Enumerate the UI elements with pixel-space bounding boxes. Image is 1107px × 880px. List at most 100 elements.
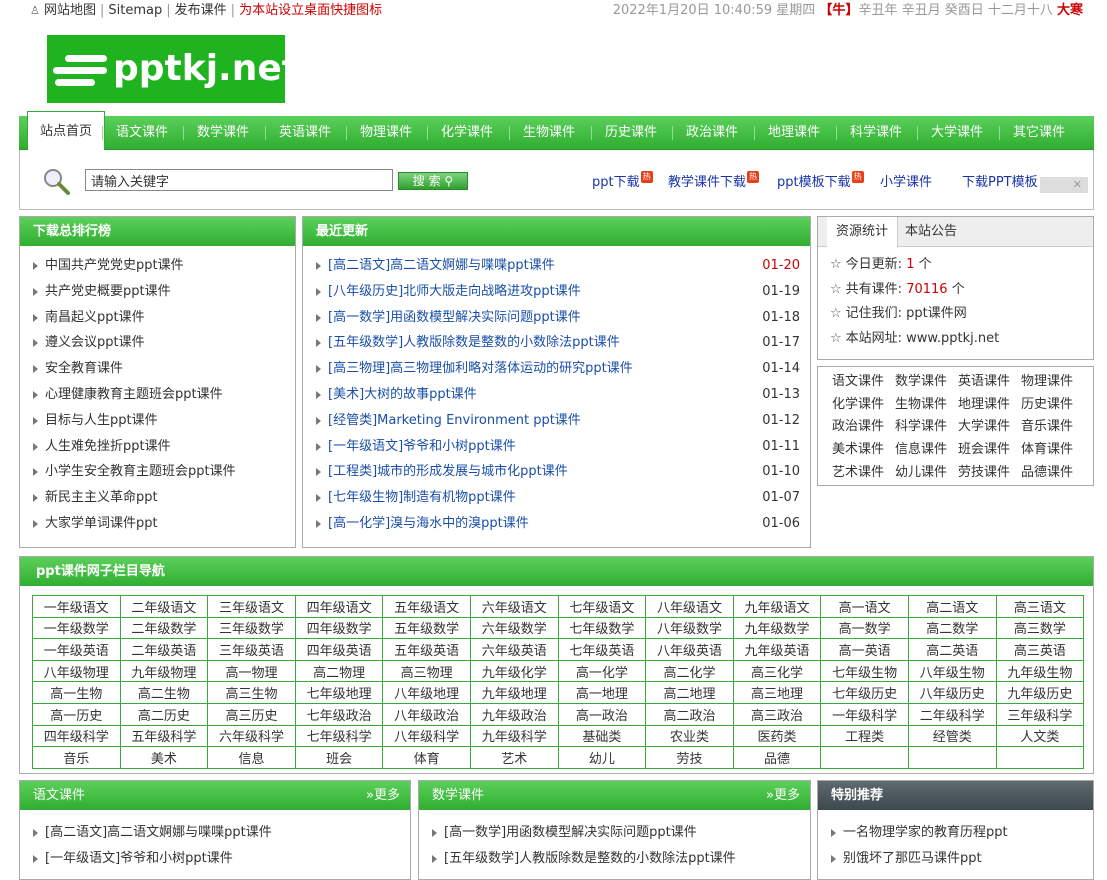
chinese-more-link[interactable]: »更多 [366,781,400,810]
nav-item-5[interactable]: 化学课件 [430,116,504,150]
subnav-cell[interactable]: 八年级数学 [645,616,734,640]
nav-item-2[interactable]: 数学课件 [186,116,260,150]
subject-link[interactable]: 班会课件 [958,439,1021,462]
subnav-cell[interactable]: 高一英语 [820,638,909,661]
subnav-cell[interactable]: 五年级科学 [119,724,209,748]
subnav-cell[interactable]: 六年级英语 [469,638,559,661]
subnav-cell[interactable]: 五年级数学 [382,616,471,640]
subnav-cell[interactable]: 七年级历史 [820,681,909,704]
subnav-cell[interactable]: 高二政治 [645,702,734,726]
subnav-cell[interactable]: 高一地理 [557,681,647,704]
subnav-cell[interactable]: 高三语文 [995,595,1085,618]
rank-item[interactable]: 新民主主义革命ppt [31,485,295,511]
subnav-cell[interactable]: 高三生物 [207,681,296,704]
subnav-cell[interactable]: 高二英语 [907,638,997,661]
recent-item[interactable]: [工程类]城市的形成发展与城市化ppt课件 01-10 [314,459,810,485]
subnav-cell[interactable]: 三年级科学 [995,702,1085,726]
subject-link[interactable]: 物理课件 [1021,371,1084,394]
subject-link[interactable]: 生物课件 [895,394,958,417]
subnav-cell[interactable]: 高二数学 [907,616,997,640]
subnav-cell[interactable]: 一年级语文 [32,595,121,618]
nav-item-1[interactable]: 语文课件 [105,116,179,150]
subnav-cell[interactable]: 六年级科学 [207,724,296,748]
subject-link[interactable]: 大学课件 [958,416,1021,439]
recent-item-title[interactable]: [高二语文]高二语文婀娜与喋喋ppt课件 [328,258,555,273]
rank-item[interactable]: 目标与人生ppt课件 [31,408,295,434]
subnav-cell[interactable]: 高二生物 [119,681,209,704]
rank-item[interactable]: 中国共产党党史ppt课件 [31,253,295,279]
subnav-cell[interactable]: 九年级生物 [995,659,1085,683]
subnav-cell[interactable]: 品德 [732,746,822,769]
recent-item-title[interactable]: [高一数学]用函数模型解决实际问题ppt课件 [328,310,581,325]
nav-item-3[interactable]: 英语课件 [268,116,342,150]
subnav-cell[interactable]: 三年级语文 [207,595,296,618]
recent-item-title[interactable]: [一年级语文]爷爷和小树ppt课件 [328,439,516,454]
subject-link[interactable]: 劳技课件 [958,462,1021,485]
search-link-4[interactable]: 下载PPT模板 [962,171,1038,190]
search-link-3[interactable]: 小学课件 [880,171,932,190]
subnav-cell[interactable]: 二年级科学 [907,702,997,726]
subnav-cell[interactable]: 一年级英语 [32,638,121,661]
subnav-cell[interactable]: 一年级科学 [820,702,909,726]
subnav-cell[interactable]: 高二地理 [645,681,734,704]
search-button[interactable]: 搜 索 ⚲ [398,172,468,190]
search-link-1[interactable]: 教学课件下载热 [668,171,760,190]
recent-item[interactable]: [经管类]Marketing Environment ppt课件 01-12 [314,408,810,434]
recent-item-title[interactable]: [八年级历史]北师大版走向战略进攻ppt课件 [328,284,581,299]
recent-item[interactable]: [五年级数学]人教版除数是整数的小数除法ppt课件 01-17 [314,330,810,356]
recent-item-title[interactable]: [经管类]Marketing Environment ppt课件 [328,413,581,428]
rank-item[interactable]: 人生难免挫折ppt课件 [31,434,295,460]
subject-link[interactable]: 历史课件 [1021,394,1084,417]
subnav-cell[interactable]: 高三物理 [382,659,471,683]
recent-item-title[interactable]: [高一化学]溴与海水中的溴ppt课件 [328,516,529,531]
subnav-cell[interactable]: 高一政治 [557,702,647,726]
recent-item[interactable]: [八年级历史]北师大版走向战略进攻ppt课件 01-19 [314,279,810,305]
math-item[interactable]: [高一数学]用函数模型解决实际问题ppt课件 [430,820,810,846]
subnav-cell[interactable]: 四年级数学 [294,616,384,640]
subnav-cell[interactable]: 高一数学 [820,616,909,640]
subnav-cell[interactable]: 基础类 [557,724,647,748]
site-logo[interactable]: pptkj.net [47,35,299,103]
rank-item[interactable]: 南昌起义ppt课件 [31,305,295,331]
subject-link[interactable]: 美术课件 [832,439,895,462]
subnav-cell[interactable]: 高二历史 [119,702,209,726]
recent-item[interactable]: [一年级语文]爷爷和小树ppt课件 01-11 [314,434,810,460]
subnav-cell[interactable]: 三年级英语 [207,638,296,661]
nav-item-0[interactable]: 站点首页 [27,111,105,151]
subnav-cell[interactable]: 五年级英语 [382,638,471,661]
recent-item-title[interactable]: [七年级生物]制造有机物ppt课件 [328,490,516,505]
subnav-cell[interactable]: 四年级科学 [32,724,121,748]
subject-link[interactable]: 幼儿课件 [895,462,958,485]
rank-item[interactable]: 共产党史概要ppt课件 [31,279,295,305]
recent-item[interactable]: [高一化学]溴与海水中的溴ppt课件 01-06 [314,511,810,537]
subnav-cell[interactable]: 人文类 [995,724,1085,748]
subnav-cell[interactable]: 高三地理 [732,681,822,704]
subnav-cell[interactable]: 九年级数学 [732,616,822,640]
recent-item-title[interactable]: [高三物理]高三物理伽利略对落体运动的研究ppt课件 [328,361,633,376]
subject-link[interactable]: 品德课件 [1021,462,1084,485]
subnav-cell[interactable]: 八年级英语 [645,638,734,661]
recent-item[interactable]: [高三物理]高三物理伽利略对落体运动的研究ppt课件 01-14 [314,356,810,382]
subnav-cell[interactable]: 艺术 [469,746,559,769]
shortcut-link[interactable]: 为本站设立桌面快捷图标 [239,0,382,22]
subnav-cell[interactable]: 八年级物理 [32,659,121,683]
chinese-item[interactable]: [高二语文]高二语文婀娜与喋喋ppt课件 [31,820,410,846]
search-input[interactable] [85,169,393,191]
subnav-cell[interactable]: 九年级历史 [995,681,1085,704]
subnav-cell[interactable]: 七年级政治 [294,702,384,726]
sitemap-link[interactable]: 网站地图 [44,0,96,22]
subnav-cell[interactable]: 高三英语 [995,638,1085,661]
subject-link[interactable]: 政治课件 [832,416,895,439]
nav-item-12[interactable]: 其它课件 [1002,116,1076,150]
subnav-cell[interactable]: 四年级语文 [294,595,384,618]
subnav-cell[interactable]: 一年级数学 [32,616,121,640]
subnav-cell[interactable]: 二年级数学 [119,616,209,640]
subnav-cell[interactable]: 信息 [207,746,296,769]
subject-link[interactable]: 体育课件 [1021,439,1084,462]
recent-item[interactable]: [七年级生物]制造有机物ppt课件 01-07 [314,485,810,511]
subnav-cell[interactable]: 九年级物理 [119,659,209,683]
subnav-cell[interactable]: 医药类 [732,724,822,748]
nav-item-9[interactable]: 地理课件 [757,116,831,150]
subnav-cell[interactable]: 农业类 [645,724,734,748]
subnav-cell[interactable]: 七年级语文 [557,595,647,618]
